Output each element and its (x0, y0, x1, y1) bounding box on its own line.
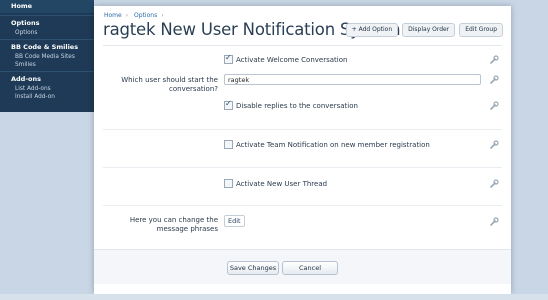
sidebar-home[interactable]: Home (0, 0, 94, 13)
section-divider (103, 167, 502, 168)
option-row-which-user: Which user should start the conversation… (94, 74, 511, 98)
option-row-disable-replies: Disable replies to the conversation (94, 99, 511, 112)
disable-replies-checkbox[interactable] (224, 99, 233, 110)
wrench-icon[interactable] (489, 55, 499, 65)
section-divider (103, 129, 502, 130)
wrench-icon[interactable] (489, 179, 499, 189)
which-user-input[interactable]: ragtek (224, 74, 481, 85)
wrench-icon[interactable] (489, 217, 499, 227)
header-actions: + Add Option Display Order Edit Group (345, 23, 503, 37)
team-notification-line: Activate Team Notification on new member… (224, 140, 430, 149)
save-changes-button[interactable]: Save Changes (227, 261, 279, 275)
team-notification-checkbox[interactable] (224, 140, 233, 149)
sidebar-section-bbcode[interactable]: BB Code & Smilies (0, 42, 94, 53)
cancel-button[interactable]: Cancel (282, 261, 338, 275)
section-divider (103, 205, 502, 206)
option-row-welcome: Activate Welcome Conversation (94, 53, 511, 66)
sidebar-divider (0, 15, 94, 16)
disable-replies-line: Disable replies to the conversation (224, 99, 358, 110)
option-row-team-notification: Activate Team Notification on new member… (94, 139, 511, 151)
sidebar-item-list-add-ons[interactable]: List Add-ons (0, 85, 94, 93)
welcome-checkbox[interactable] (224, 53, 233, 64)
sidebar-divider (0, 39, 94, 40)
which-user-label: Which user should start the conversation… (121, 76, 218, 93)
edit-group-button[interactable]: Edit Group (459, 23, 503, 37)
add-option-button[interactable]: + Add Option (345, 23, 399, 37)
title-divider (103, 45, 502, 46)
admin-sidebar: Home Options Options BB Code & Smilies B… (0, 0, 94, 112)
welcome-checkbox-line: Activate Welcome Conversation (224, 53, 347, 64)
team-notification-label[interactable]: Activate Team Notification on new member… (236, 141, 430, 149)
main-panel: Home › Options › ragtek New User Notificat… (94, 6, 511, 294)
breadcrumb-options[interactable]: Options (134, 12, 157, 19)
phrases-label: Here you can change the message phrases (129, 216, 218, 233)
sidebar-section-options[interactable]: Options (0, 18, 94, 29)
breadcrumb-home[interactable]: Home (104, 12, 122, 19)
chevron-right-icon: › (161, 12, 164, 19)
disable-replies-label[interactable]: Disable replies to the conversation (236, 102, 358, 110)
footer-strip (0, 294, 548, 300)
sidebar-section-add-ons[interactable]: Add-ons (0, 74, 94, 85)
display-order-button[interactable]: Display Order (402, 23, 456, 37)
edit-phrases-button[interactable]: Edit (224, 215, 245, 227)
option-row-phrases: Here you can change the message phrases … (94, 215, 511, 237)
new-user-thread-label[interactable]: Activate New User Thread (236, 180, 327, 188)
sidebar-item-install-add-on[interactable]: Install Add-on (0, 93, 94, 101)
sidebar-item-options[interactable]: Options (0, 29, 94, 37)
option-row-new-user-thread: Activate New User Thread (94, 178, 511, 190)
wrench-icon[interactable] (489, 75, 499, 85)
sidebar-divider (0, 71, 94, 72)
sidebar-item-bb-code-media-sites[interactable]: BB Code Media Sites (0, 53, 94, 61)
wrench-icon[interactable] (489, 101, 499, 111)
breadcrumb: Home › Options › (104, 12, 168, 19)
sidebar-item-smilies[interactable]: Smilies (0, 61, 94, 69)
new-user-thread-checkbox[interactable] (224, 179, 233, 188)
welcome-label[interactable]: Activate Welcome Conversation (236, 56, 347, 64)
form-actions: Save Changes Cancel (94, 249, 511, 284)
new-user-thread-line: Activate New User Thread (224, 179, 327, 188)
chevron-right-icon: › (125, 12, 129, 19)
wrench-icon[interactable] (489, 140, 499, 150)
